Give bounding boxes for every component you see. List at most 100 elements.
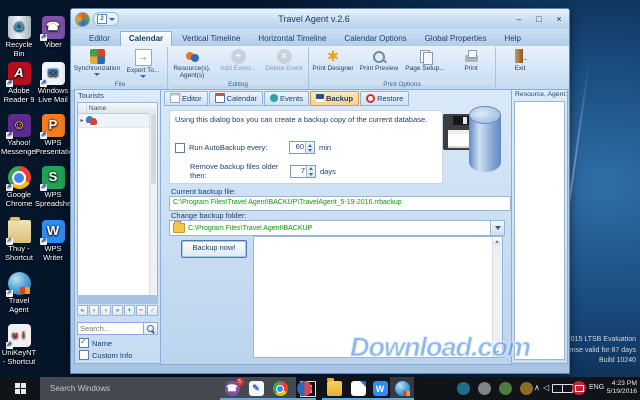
quick-access-toolbar[interactable]: 2	[93, 12, 119, 26]
tray-circle-green[interactable]	[499, 382, 512, 395]
next-record-button[interactable]: ›	[100, 305, 111, 316]
recorder-tray-icon[interactable]	[572, 381, 586, 395]
backup-folder-path[interactable]: C:\Program Files\Travel Agent\BACKUP	[188, 225, 490, 232]
taskbar-notes-app[interactable]: ✎	[244, 377, 268, 400]
current-file-path[interactable]: C:\Program Files\Travel Agent\BACKUP\Tra…	[169, 196, 511, 211]
export-to-button[interactable]: → Export To...	[120, 47, 166, 78]
scroll-up-icon[interactable]	[493, 237, 502, 246]
ribbon-group-exit: → Exit	[496, 47, 544, 89]
doc-tab-calendar[interactable]: Calendar	[209, 91, 263, 106]
maximize-button[interactable]: □	[529, 10, 549, 28]
desktop-icon-viber[interactable]: ☎↗ Viber	[35, 16, 71, 50]
doc-tab-restore[interactable]: Restore	[360, 91, 409, 106]
search-input[interactable]	[77, 322, 144, 335]
add-record-button[interactable]: +	[124, 305, 135, 316]
table-row[interactable]: ▸	[78, 114, 157, 128]
tourists-grid[interactable]: Name ▸	[77, 102, 158, 297]
grid-header[interactable]: Name	[78, 103, 157, 114]
start-button[interactable]	[0, 377, 40, 400]
tray-circle-teal[interactable]	[457, 382, 470, 395]
tab-help[interactable]: Help	[497, 32, 529, 46]
spinner-down-icon[interactable]	[307, 171, 315, 177]
resource-agent-list[interactable]	[514, 101, 565, 360]
row-marker-column	[78, 103, 87, 113]
show-hidden-icons-chevron[interactable]: ∧	[534, 383, 540, 392]
delete-record-button[interactable]: −	[136, 305, 147, 316]
name-checkbox[interactable]	[79, 338, 89, 348]
spinner-down-icon[interactable]	[306, 148, 314, 154]
exit-button[interactable]: → Exit	[497, 47, 543, 72]
tray-circle-olive[interactable]	[520, 382, 533, 395]
doc-tab-editor[interactable]: Editor	[164, 91, 208, 106]
custom-info-checkbox[interactable]	[79, 350, 89, 360]
prev-record-button[interactable]: ‹	[89, 305, 100, 316]
name-column-header[interactable]: Name	[87, 105, 106, 112]
desktop-icon-google-chrome[interactable]: ↗ Google Chrome	[1, 166, 37, 208]
taskbar-chrome[interactable]	[268, 377, 292, 400]
taskbar-file-explorer[interactable]	[322, 377, 346, 400]
filter-custom-info-row[interactable]: Custom Info	[79, 350, 132, 360]
folder-icon	[173, 223, 185, 233]
combobox-dropdown-button[interactable]	[490, 221, 504, 235]
backup-description: Using this dialog box you can create a b…	[175, 115, 438, 124]
minimize-button[interactable]: –	[509, 10, 529, 28]
search-button[interactable]	[144, 322, 158, 335]
page-setup-button[interactable]: Page Setup...	[402, 47, 448, 72]
tab-global-properties[interactable]: Global Properties	[417, 32, 495, 46]
last-record-button[interactable]: »	[112, 305, 123, 316]
grid-scrollbar[interactable]	[149, 113, 157, 296]
backup-now-button[interactable]: Backup now!	[181, 240, 247, 258]
desktop-icon-wps-spreadsheets[interactable]: S↗ WPS Spreadsheets	[35, 166, 71, 208]
print-button[interactable]: Print	[448, 47, 494, 72]
tab-editor[interactable]: Editor	[81, 32, 118, 46]
doc-tab-events[interactable]: Events	[264, 91, 309, 106]
remove-files-spinner[interactable]: 7	[290, 165, 316, 178]
backup-folder-combobox[interactable]: C:\Program Files\Travel Agent\BACKUP	[169, 220, 505, 236]
print-designer-icon: ✱	[326, 49, 341, 64]
print-designer-button[interactable]: ✱ Print Designer	[310, 47, 356, 72]
remove-files-row: Remove backup files older then: 7 days	[175, 162, 336, 180]
desktop-icon-wps-presentation[interactable]: P↗ WPS Presentation	[35, 114, 71, 156]
first-record-button[interactable]: «	[77, 305, 88, 316]
resources-agents-button[interactable]: Resource(s), Agent(s)	[169, 47, 215, 80]
desktop-icon-thuy-shortcut[interactable]: ↗ Thuy - Shortcut	[1, 220, 37, 262]
taskbar-viber[interactable]: ☎5	[220, 377, 244, 400]
filter-name-row[interactable]: Name	[79, 338, 112, 348]
doc-tab-backup[interactable]: Backup	[310, 91, 359, 106]
taskbar-wps-writer[interactable]: W	[368, 377, 392, 400]
title-bar[interactable]: 2 Travel Agent v.2.6 – □ ×	[71, 9, 569, 29]
desktop-icon-yahoo-messenger[interactable]: ☺↗ Yahoo! Messenger	[1, 114, 37, 156]
taskbar-document-app[interactable]	[346, 377, 370, 400]
confirm-record-button[interactable]: ✓	[147, 305, 158, 316]
desktop-icon-recycle-bin[interactable]: ♻ Recycle Bin	[1, 16, 37, 58]
travel-agent-window: 2 Travel Agent v.2.6 – □ × Editor Calend…	[70, 8, 570, 374]
window-title: Travel Agent v.2.6	[119, 14, 509, 24]
desktop-icon-wps-writer[interactable]: W↗ WPS Writer	[35, 220, 71, 262]
autobackup-spinner[interactable]: 60	[289, 141, 315, 154]
taskbar-clock[interactable]: 4:23 PM 5/19/2016	[607, 380, 637, 397]
desktop-icon-travel-agent[interactable]: ↗ Travel Agent	[1, 272, 37, 314]
desktop-icon-windows-live-mail[interactable]: ✉↗ Windows Live Mail	[35, 62, 71, 104]
print-preview-button[interactable]: Print Preview	[356, 47, 402, 72]
search-icon-handle	[151, 329, 155, 333]
tab-vertical-timeline[interactable]: Vertical Timeline	[174, 32, 248, 46]
close-button[interactable]: ×	[549, 10, 569, 28]
speaker-icon[interactable]: ◁	[543, 383, 549, 392]
tourist-avatar-icon	[86, 116, 98, 126]
tab-calendar-options[interactable]: Calendar Options	[336, 32, 414, 46]
scrollbar-thumb[interactable]	[151, 114, 156, 184]
shortcut-arrow-icon: ↗	[6, 184, 13, 191]
tab-calendar[interactable]: Calendar	[120, 31, 172, 46]
autobackup-row: Run AutoBackup every: 60 min	[175, 141, 331, 154]
desktop-icon-unikey[interactable]: u i↗ UniKeyNT - Shortcut	[1, 324, 37, 366]
language-indicator[interactable]: ENG	[589, 384, 604, 391]
desktop-icon-adobe-reader[interactable]: A↗ Adobe Reader 9	[1, 62, 37, 104]
taskbar-travel-agent[interactable]	[390, 377, 414, 400]
tab-horizontal-timeline[interactable]: Horizontal Timeline	[250, 32, 334, 46]
synchronization-button[interactable]: Synchronization	[74, 47, 120, 76]
tray-circle-gray[interactable]	[478, 382, 491, 395]
travel-agent-taskbar-icon	[395, 381, 410, 396]
quick-access-icon: 2	[97, 14, 107, 24]
autobackup-checkbox[interactable]	[175, 143, 185, 153]
taskbar-photos-app[interactable]	[292, 377, 316, 400]
